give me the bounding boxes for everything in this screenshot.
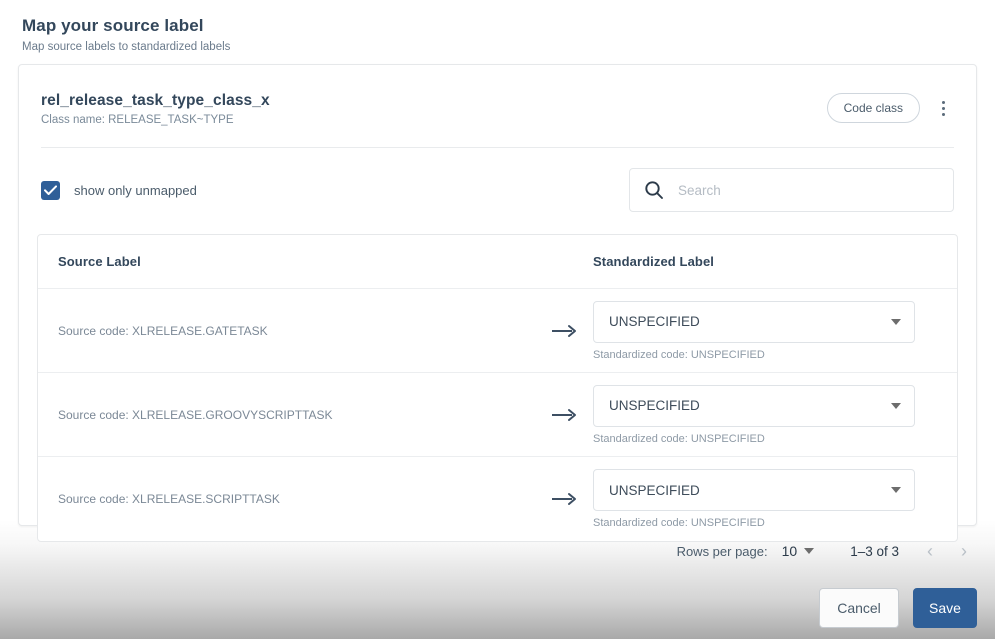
standardized-label-select[interactable]: UNSPECIFIED	[593, 300, 915, 343]
show-unmapped-control[interactable]: show only unmapped	[41, 180, 197, 200]
card-header-actions: Code class	[826, 89, 954, 123]
card-header: rel_release_task_type_class_x Class name…	[19, 65, 976, 127]
arrow-right-icon	[535, 492, 593, 506]
previous-page-button[interactable]: ‹	[927, 542, 933, 560]
standardized-cell: UNSPECIFIED Standardized code: UNSPECIFI…	[593, 300, 957, 361]
filter-controls: show only unmapped	[19, 148, 976, 212]
standardized-code-text: Standardized code: UNSPECIFIED	[593, 517, 765, 529]
standardized-cell: UNSPECIFIED Standardized code: UNSPECIFI…	[593, 384, 957, 445]
select-value: UNSPECIFIED	[609, 314, 700, 329]
dialog-actions: Cancel Save	[18, 588, 977, 628]
kebab-dot	[941, 106, 945, 110]
mapping-table: Source Label Standardized Label Source c…	[37, 234, 958, 542]
card-header-titles: rel_release_task_type_class_x Class name…	[41, 89, 270, 127]
pagination: Rows per page: 10 1–3 of 3 ‹ ›	[18, 536, 977, 566]
standardized-label-select[interactable]: UNSPECIFIED	[593, 469, 915, 511]
select-value: UNSPECIFIED	[609, 482, 700, 498]
kebab-dot	[941, 112, 945, 116]
chevron-down-icon	[891, 402, 901, 409]
page-title: Map your source label	[22, 16, 204, 35]
cancel-button[interactable]: Cancel	[819, 588, 899, 628]
column-header-source: Source Label	[58, 254, 141, 269]
arrow-right-icon	[535, 408, 593, 422]
more-vertical-icon[interactable]	[932, 96, 954, 120]
show-unmapped-label: show only unmapped	[74, 182, 197, 198]
class-name-title: rel_release_task_type_class_x	[41, 92, 270, 109]
mapping-card: rel_release_task_type_class_x Class name…	[18, 64, 977, 542]
table-header-row: Source Label Standardized Label	[38, 235, 957, 289]
table-row: Source code: XLRELEASE.GROOVYSCRIPTTASK …	[38, 373, 957, 457]
show-unmapped-checkbox[interactable]	[41, 180, 60, 200]
standardized-label-select[interactable]: UNSPECIFIED	[593, 384, 915, 427]
source-code-cell: Source code: XLRELEASE.GROOVYSCRIPTTASK	[58, 407, 333, 422]
standardized-code-text: Standardized code: UNSPECIFIED	[593, 432, 765, 445]
code-class-chip[interactable]: Code class	[826, 93, 920, 123]
table-row: Source code: XLRELEASE.GATETASK UNSPECIF…	[38, 289, 957, 373]
rows-per-page-label: Rows per page:	[676, 543, 768, 559]
standardized-code-text: Standardized code: UNSPECIFIED	[593, 348, 765, 361]
kebab-dot	[941, 100, 945, 104]
search-input[interactable]	[676, 181, 939, 199]
save-button[interactable]: Save	[913, 588, 977, 628]
chevron-down-icon	[891, 487, 901, 493]
select-value: UNSPECIFIED	[609, 398, 700, 413]
table-row: Source code: XLRELEASE.SCRIPTTASK UNSPEC…	[38, 457, 957, 541]
chevron-down-icon	[891, 318, 901, 325]
source-code-cell: Source code: XLRELEASE.GATETASK	[58, 323, 268, 338]
search-box[interactable]	[629, 168, 954, 212]
class-name-subtitle: Class name: RELEASE_TASK~TYPE	[41, 114, 234, 126]
standardized-cell: UNSPECIFIED Standardized code: UNSPECIFI…	[593, 469, 957, 529]
chevron-down-icon[interactable]	[804, 548, 815, 554]
page-header: Map your source label Map source labels …	[0, 0, 995, 54]
pagination-range: 1–3 of 3	[850, 543, 899, 559]
next-page-button[interactable]: ›	[961, 542, 967, 560]
source-code-cell: Source code: XLRELEASE.SCRIPTTASK	[58, 492, 280, 506]
search-icon	[645, 181, 663, 199]
rows-per-page-value[interactable]: 10	[782, 543, 798, 559]
column-header-standardized: Standardized Label	[593, 254, 714, 269]
arrow-right-icon	[535, 324, 593, 338]
page-subtitle: Map source labels to standardized labels	[22, 41, 231, 53]
check-icon	[44, 184, 57, 195]
